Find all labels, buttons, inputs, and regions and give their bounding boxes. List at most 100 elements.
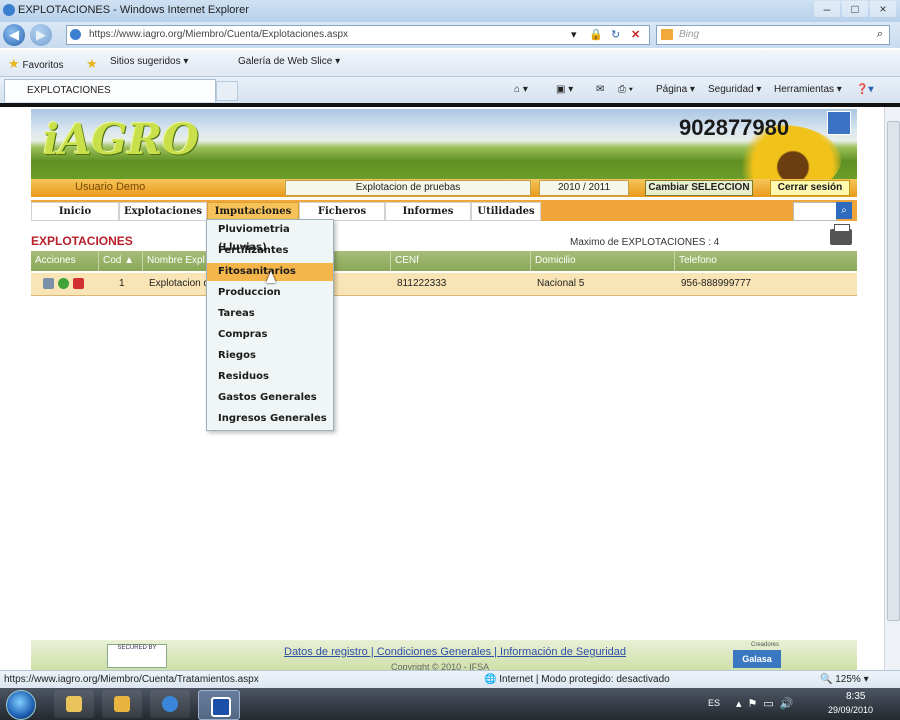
- vertical-scrollbar[interactable]: [884, 107, 900, 670]
- forward-button[interactable]: ▶: [30, 24, 52, 46]
- window-title: EXPLOTACIONES - Windows Internet Explore…: [18, 4, 249, 16]
- tab-explotaciones[interactable]: EXPLOTACIONES: [4, 79, 216, 102]
- selected-year: 2010 / 2011: [539, 180, 629, 196]
- favorites-bar: ★ Favoritos ★ Sitios sugeridos ▾ Galería…: [0, 50, 900, 77]
- phone-number: 902877980: [679, 115, 790, 140]
- stop-icon[interactable]: ✕: [631, 28, 640, 41]
- site-banner: iAGRO 902877980: [31, 109, 857, 195]
- taskbar-app[interactable]: [198, 690, 240, 720]
- delete-icon[interactable]: [73, 278, 84, 289]
- dropdown-item-ingresos-generales[interactable]: Ingresos Generales: [207, 410, 333, 428]
- minimize-button[interactable]: –: [814, 1, 840, 17]
- suggested-sites-link[interactable]: Sitios sugeridos ▾: [110, 56, 188, 67]
- user-name: Usuario Demo: [75, 181, 146, 193]
- folder-icon: [66, 696, 82, 712]
- maximize-button[interactable]: □: [842, 1, 868, 17]
- col-domicilio[interactable]: Domicilio: [531, 251, 675, 271]
- user-bar: Usuario Demo Explotacion de pruebas 2010…: [31, 179, 857, 197]
- max-farms-label: Maximo de EXPLOTACIONES : 4: [570, 237, 720, 248]
- imputaciones-dropdown: Pluviometria (Lluvias) Fertilizantes Fit…: [206, 219, 334, 431]
- security-zone: 🌐 Internet | Modo protegido: desactivado: [484, 674, 670, 685]
- site-search-icon[interactable]: ⌕: [836, 202, 852, 219]
- footer-copyright: Copyright © 2010 - IFSA: [391, 662, 490, 670]
- back-button[interactable]: ◀: [3, 24, 25, 46]
- add-icon[interactable]: [58, 278, 69, 289]
- dropdown-item-gastos-generales[interactable]: Gastos Generales: [207, 389, 333, 407]
- search-icon[interactable]: ⌕: [877, 28, 883, 41]
- clock-time[interactable]: 8:35: [846, 691, 865, 702]
- taskbar-explorer[interactable]: [54, 690, 94, 718]
- cell-cenf: 811222333: [397, 278, 447, 289]
- refresh-icon[interactable]: ↻: [611, 28, 620, 41]
- col-telefono[interactable]: Telefono: [675, 251, 857, 271]
- tab-label: EXPLOTACIONES: [27, 85, 111, 96]
- footer-brand-label: Creadores: [751, 642, 780, 648]
- ie-icon: [3, 4, 15, 16]
- col-cod[interactable]: Cod ▲: [99, 251, 143, 271]
- dropdown-item-pluviometria[interactable]: Pluviometria (Lluvias): [207, 221, 333, 253]
- table-row[interactable]: 1 Explotacion d 811222333 Nacional 5 956…: [31, 273, 857, 296]
- page-menu[interactable]: Página ▾: [656, 84, 695, 95]
- new-tab-button[interactable]: [216, 81, 238, 101]
- mouse-cursor-icon: [266, 271, 276, 283]
- edit-icon[interactable]: [43, 278, 54, 289]
- menu-utilidades[interactable]: Utilidades: [471, 202, 541, 221]
- clock-date[interactable]: 29/09/2010: [828, 705, 873, 715]
- close-window-button[interactable]: ×: [870, 1, 896, 17]
- scroll-thumb[interactable]: [887, 121, 900, 621]
- print-button-icon[interactable]: ⎙ ▾: [618, 84, 633, 95]
- col-acciones: Acciones: [31, 251, 99, 271]
- dropdown-item-tareas[interactable]: Tareas: [207, 305, 333, 323]
- printer-icon[interactable]: [830, 224, 852, 245]
- language-indicator[interactable]: ES: [708, 698, 720, 708]
- site-logo[interactable]: iAGRO: [43, 115, 199, 164]
- cell-nombre: Explotacion d: [149, 278, 210, 289]
- menu-explotaciones[interactable]: Explotaciones: [119, 202, 207, 221]
- footer-brand-logo[interactable]: Galasa: [733, 650, 781, 668]
- secured-badge[interactable]: SECURED BY: [107, 644, 167, 668]
- tools-menu[interactable]: Herramientas ▾: [774, 84, 842, 95]
- web-slice-gallery-link[interactable]: Galería de Web Slice ▾: [238, 56, 340, 67]
- help-icon[interactable]: ❓▾: [856, 84, 873, 95]
- monitor-icon[interactable]: [827, 111, 851, 135]
- url-field[interactable]: https://www.iagro.org/Miembro/Cuenta/Exp…: [66, 25, 650, 45]
- dropdown-arrow-icon[interactable]: ▾: [571, 28, 577, 41]
- feeds-icon[interactable]: ▣ ▾: [556, 84, 573, 95]
- change-selection-button[interactable]: Cambiar SELECCION: [645, 180, 753, 196]
- dropdown-item-fertilizantes[interactable]: Fertilizantes: [207, 242, 333, 260]
- favorites-button[interactable]: ★ Favoritos: [8, 56, 64, 72]
- page-title: EXPLOTACIONES: [31, 234, 133, 248]
- ie-app-icon: [162, 696, 178, 712]
- start-button[interactable]: [6, 690, 36, 720]
- security-menu[interactable]: Seguridad ▾: [708, 84, 761, 95]
- taskbar-ie[interactable]: [150, 690, 190, 718]
- home-icon[interactable]: ⌂ ▾: [514, 84, 528, 95]
- footer-links[interactable]: Datos de registro | Condiciones Generale…: [284, 646, 626, 658]
- zoom-level[interactable]: 🔍 125% ▾: [820, 674, 869, 685]
- window-titlebar: EXPLOTACIONES - Windows Internet Explore…: [0, 0, 900, 22]
- search-input[interactable]: Bing ⌕: [656, 25, 890, 45]
- grid-header: Acciones Cod ▲ Nombre Expl CENf Domicili…: [31, 251, 857, 271]
- mail-app-icon: [114, 696, 130, 712]
- tray-icons[interactable]: ▴⚑▭🔊: [736, 697, 799, 710]
- app-icon: [211, 697, 231, 717]
- dropdown-item-residuos[interactable]: Residuos: [207, 368, 333, 386]
- dropdown-item-riegos[interactable]: Riegos: [207, 347, 333, 365]
- add-favorite-icon[interactable]: ★: [86, 56, 98, 72]
- status-bar: https://www.iagro.org/Miembro/Cuenta/Tra…: [0, 670, 900, 689]
- taskbar-outlook[interactable]: [102, 690, 142, 718]
- mail-icon[interactable]: ✉: [596, 84, 604, 95]
- menu-inicio[interactable]: Inicio: [31, 202, 119, 221]
- logout-button[interactable]: Cerrar sesión: [770, 180, 850, 196]
- main-menu: Inicio Explotaciones Imputaciones Ficher…: [31, 200, 857, 221]
- windows-taskbar: ES ▴⚑▭🔊 8:35 29/09/2010: [0, 688, 900, 720]
- site-search-input[interactable]: [793, 202, 837, 221]
- cell-telefono: 956-888999777: [681, 278, 752, 289]
- lock-icon[interactable]: 🔒: [589, 28, 603, 41]
- menu-informes[interactable]: Informes: [385, 202, 471, 221]
- star-icon: ★: [8, 56, 20, 71]
- dropdown-item-compras[interactable]: Compras: [207, 326, 333, 344]
- col-cenf[interactable]: CENf: [391, 251, 531, 271]
- dropdown-item-produccion[interactable]: Produccion: [207, 284, 333, 302]
- address-bar: ◀ ▶ https://www.iagro.org/Miembro/Cuenta…: [0, 22, 900, 48]
